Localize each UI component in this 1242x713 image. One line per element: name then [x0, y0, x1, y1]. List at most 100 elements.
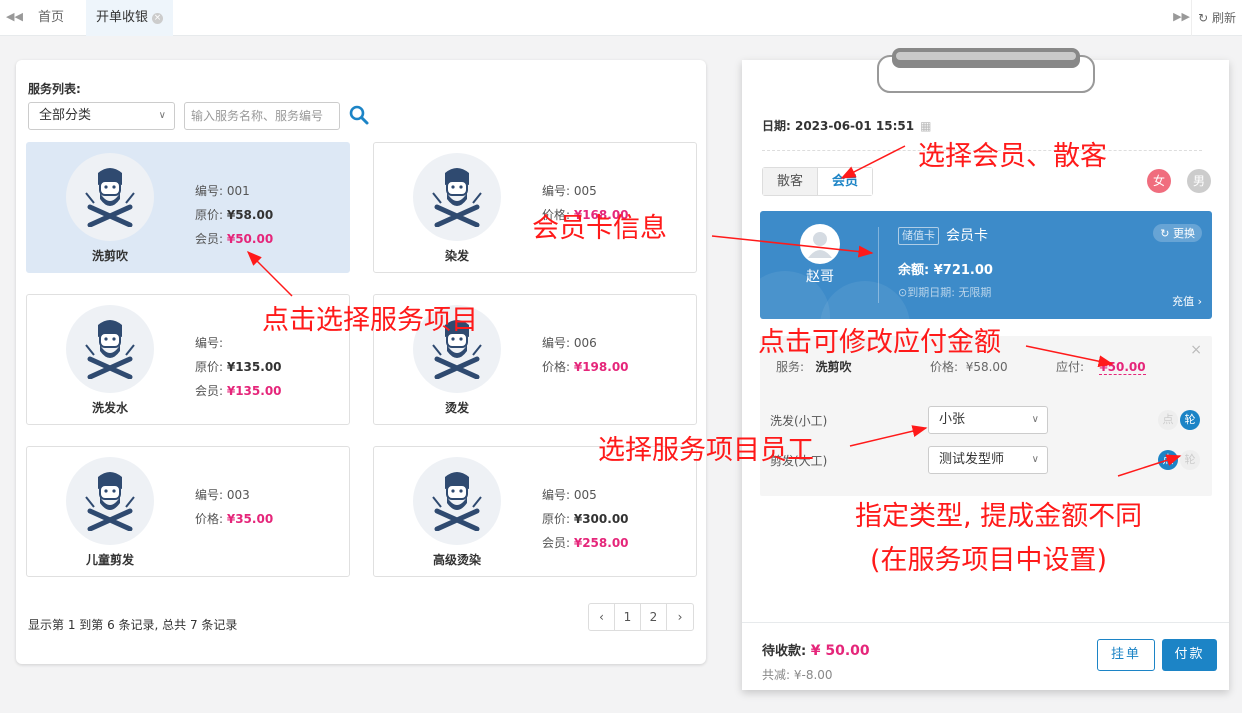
card-balance: 余额: ¥721.00: [898, 263, 993, 278]
member-price-value: ¥258.00: [573, 536, 629, 550]
annotation-select-service: 点击选择服务项目: [262, 305, 478, 336]
barber-icon: [85, 168, 135, 227]
card-type-tag: 储值卡: [898, 227, 939, 245]
search-icon[interactable]: [348, 104, 370, 126]
service-image: [66, 457, 154, 545]
member-price-value: ¥50.00: [226, 232, 274, 246]
price-value: ¥198.00: [573, 360, 629, 374]
pagination: ‹ 1 2 ›: [588, 603, 694, 631]
gender-male-button[interactable]: 男: [1187, 169, 1211, 193]
remove-service-icon[interactable]: ×: [1190, 342, 1202, 358]
change-member-button[interactable]: ↻ 更换: [1153, 224, 1202, 242]
page-prev[interactable]: ‹: [589, 604, 615, 630]
pay-button[interactable]: 付款: [1162, 639, 1217, 671]
member-price-row: 会员: ¥135.00: [195, 379, 282, 403]
service-price-row: 原价: ¥135.00: [195, 355, 282, 379]
service-name: 烫发: [444, 401, 469, 415]
price-label: 价格:: [195, 512, 227, 526]
service-info: 编号: 原价: ¥135.00 会员: ¥135.00: [195, 331, 282, 403]
barber-icon: [85, 472, 135, 531]
service-card[interactable]: 儿童剪发 编号: 003 价格: ¥35.00: [26, 446, 350, 577]
order-date-text: 日期: 2023-06-01 15:51: [762, 119, 915, 133]
scroll-right-icon[interactable]: ▶▶: [1173, 10, 1190, 23]
service-price-row: 原价: ¥58.00: [195, 203, 273, 227]
member-avatar: [800, 224, 840, 264]
close-tab-icon[interactable]: ×: [152, 13, 164, 24]
tab-home[interactable]: 首页: [28, 0, 74, 36]
change-member-label: 更换: [1173, 227, 1195, 240]
member-price-label: 会员:: [542, 536, 574, 550]
staff-select-wash-value: 小张: [939, 412, 966, 427]
barber-icon: [85, 320, 135, 379]
guest-tab[interactable]: 散客: [763, 168, 818, 195]
service-name: 洗剪吹: [91, 249, 128, 263]
amount-due: 待收款: ¥ 50.00: [762, 640, 870, 659]
service-code: 编号: 001: [195, 184, 250, 198]
assign-lun-toggle[interactable]: 轮: [1180, 410, 1200, 430]
price-value: ¥300.00: [573, 512, 629, 526]
gender-female-button[interactable]: 女: [1147, 169, 1171, 193]
order-date: 日期: 2023-06-01 15:51 ▦: [762, 117, 931, 134]
chevron-down-icon: ∨: [158, 110, 166, 121]
service-image: [413, 153, 501, 241]
service-card[interactable]: 洗剪吹 编号: 001 原价: ¥58.00 会员: ¥50.00: [26, 142, 350, 273]
service-price-row: 价格: ¥198.00: [542, 355, 629, 379]
recharge-label: 充值: [1172, 295, 1195, 308]
member-name: 赵哥: [806, 269, 834, 285]
service-price-row: 原价: ¥300.00: [542, 507, 629, 531]
customer-type-toggle: 散客 会员: [762, 167, 874, 196]
page-1[interactable]: 1: [615, 604, 641, 630]
service-list-panel: 服务列表: 全部分类∨ 洗剪吹编号: 001原价: ¥58.00会员: ¥50.…: [16, 60, 706, 664]
service-info: 编号: 003 价格: ¥35.00: [195, 483, 273, 531]
chevron-down-icon: ∨: [1031, 414, 1039, 425]
tab-bar: ◀◀ 首页 开单收银 × ▶▶ ↻ 刷新: [0, 0, 1242, 36]
service-image: [66, 305, 154, 393]
refresh-button[interactable]: ↻ 刷新: [1191, 0, 1242, 36]
discount-total: 共减: ¥-8.00: [762, 668, 833, 682]
service-image: [66, 153, 154, 241]
annotation-card-info: 会员卡信息: [532, 213, 667, 244]
member-price-label: 会员:: [195, 232, 227, 246]
payable-amount-input[interactable]: ¥50.00: [1099, 360, 1146, 375]
service-info: 编号: 005 原价: ¥300.00 会员: ¥258.00: [542, 483, 629, 555]
member-price-row: 会员: ¥50.00: [195, 227, 273, 251]
service-name: 高级烫染: [432, 553, 481, 567]
member-price-row: 会员: ¥258.00: [542, 531, 629, 555]
page-next[interactable]: ›: [667, 604, 693, 630]
annotation-select-staff: 选择服务项目员工: [598, 435, 814, 466]
staff-select-cut[interactable]: 测试发型师 ∨: [928, 446, 1048, 474]
category-select[interactable]: 全部分类 ∨: [28, 102, 175, 130]
tab-checkout[interactable]: 开单收银 ×: [86, 0, 174, 36]
service-name: 儿童剪发: [85, 553, 134, 567]
member-tab[interactable]: 会员: [817, 168, 873, 195]
card-divider: [878, 227, 879, 303]
price-label: 原价:: [542, 512, 574, 526]
service-price-row: 价格: ¥58.00: [930, 358, 1008, 375]
service-code: 编号: 006: [542, 336, 597, 350]
recharge-button[interactable]: 充值 ›: [1172, 293, 1202, 309]
annotation-type-note-sub: (在服务项目中设置): [870, 545, 1108, 576]
staff-select-wash[interactable]: 小张 ∨: [928, 406, 1048, 434]
category-value: 全部分类: [39, 108, 92, 123]
service-search-input[interactable]: [184, 102, 340, 130]
member-price-value: ¥135.00: [226, 384, 282, 398]
tab-checkout-label: 开单收银: [96, 10, 149, 25]
hold-order-button[interactable]: 挂单: [1097, 639, 1155, 671]
service-list-label: 服务列表:: [28, 82, 81, 96]
scroll-left-icon[interactable]: ◀◀: [6, 10, 23, 23]
card-expiry: ⊙到期日期: 无限期: [898, 286, 992, 299]
clipboard-clip-icon: [877, 48, 1095, 93]
price-value: ¥35.00: [226, 512, 274, 526]
assign-dian-toggle[interactable]: 点: [1158, 410, 1178, 430]
calendar-icon[interactable]: ▦: [920, 119, 931, 133]
annotation-edit-amount: 点击可修改应付金额: [758, 327, 1001, 358]
annotation-select-member: 选择会员、散客: [918, 141, 1107, 172]
price-label: 原价:: [195, 360, 227, 374]
assign-dian-toggle[interactable]: 点: [1158, 450, 1178, 470]
chevron-down-icon: ∨: [1031, 454, 1039, 465]
assign-lun-toggle[interactable]: 轮: [1180, 450, 1200, 470]
page-2[interactable]: 2: [641, 604, 667, 630]
change-icon: ↻: [1160, 227, 1170, 240]
amount-due-value: ¥ 50.00: [810, 643, 870, 659]
service-code: 编号: 005: [542, 488, 597, 502]
